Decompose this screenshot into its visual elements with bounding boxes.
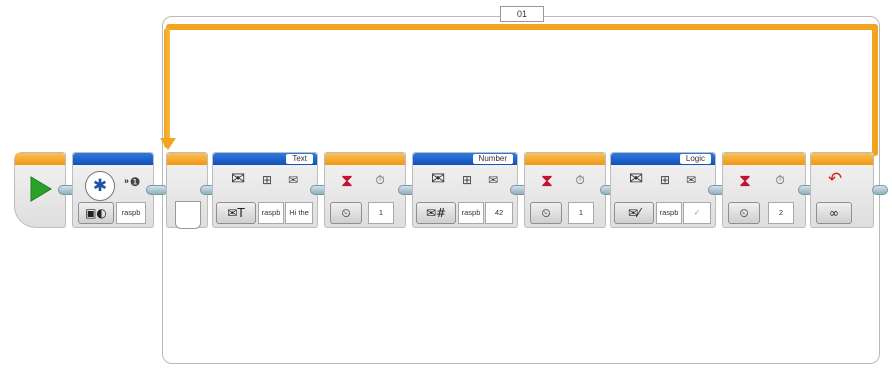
loop-end-bar: [811, 153, 873, 165]
bluetooth-icon: ✱: [85, 171, 115, 201]
message-envelope-icon: ✉: [628, 169, 644, 189]
timer-icon: ⏱: [375, 173, 385, 187]
loop-return-icon: ↶: [827, 169, 843, 189]
message-envelope-icon: ✉: [430, 169, 446, 189]
send-number-value-input[interactable]: 42: [485, 202, 513, 224]
send-number-type-label: Number: [472, 154, 513, 164]
wait-3-seconds-input[interactable]: 2: [768, 202, 794, 224]
loop-exit-connector[interactable]: [872, 185, 888, 195]
timer-icon: ⏱: [575, 173, 585, 187]
send-logic-bar: Logic: [611, 153, 715, 165]
wait-3-mode-selector[interactable]: ⏲: [728, 202, 760, 224]
mailbox-receiver-icon: ⊞: [659, 173, 671, 187]
message-icon: ✉: [487, 173, 499, 187]
timer-icon: ⏱: [775, 173, 785, 187]
loop-start-tab: [175, 201, 201, 229]
bluetooth-mode-selector[interactable]: ▣◐: [78, 202, 114, 224]
send-logic-value-input[interactable]: ✓: [683, 202, 711, 224]
message-icon: ✉: [685, 173, 697, 187]
wait-1-seconds-input[interactable]: 1: [368, 202, 394, 224]
wait-block-3-bar: [723, 153, 805, 165]
loop-return-arrow-icon: [160, 138, 176, 150]
loop-start-bar: [167, 153, 207, 165]
wait-1-mode-selector[interactable]: ⏲: [330, 202, 362, 224]
hourglass-icon: ⧗: [739, 171, 751, 191]
mailbox-receiver-icon: ⊞: [261, 173, 273, 187]
loop-wire-top: [166, 24, 878, 30]
send-logic-mode-selector[interactable]: ✉⁄: [614, 202, 654, 224]
message-envelope-icon: ✉: [230, 169, 246, 189]
send-number-mailbox-input[interactable]: raspb: [458, 202, 484, 224]
send-logic-mailbox-input[interactable]: raspb: [656, 202, 682, 224]
loop-name-label[interactable]: 01: [500, 6, 544, 22]
wait-block-1-bar: [325, 153, 405, 165]
loop-wire-left: [164, 28, 170, 148]
send-text-type-label: Text: [286, 154, 313, 164]
infinity-icon: ∞: [829, 206, 839, 220]
wait-2-mode-selector[interactable]: ⏲: [530, 202, 562, 224]
sequence-connector[interactable]: [146, 185, 168, 195]
signal-info-icon: ⁍❶: [123, 175, 141, 189]
loop-wire-right: [872, 24, 878, 156]
loop-mode-selector[interactable]: ∞: [816, 202, 852, 224]
hourglass-icon: ⧗: [341, 171, 353, 191]
hourglass-icon: ⧗: [541, 171, 553, 191]
wait-block-2-bar: [525, 153, 605, 165]
send-text-mode-selector[interactable]: ✉T: [216, 202, 256, 224]
mailbox-receiver-icon: ⊞: [461, 173, 473, 187]
send-number-mode-selector[interactable]: ✉#: [416, 202, 456, 224]
bluetooth-block-bar: [73, 153, 153, 165]
bluetooth-port-input[interactable]: raspb: [116, 202, 146, 224]
play-icon[interactable]: [29, 175, 53, 203]
send-text-bar: Text: [213, 153, 317, 165]
send-number-bar: Number: [413, 153, 517, 165]
wait-2-seconds-input[interactable]: 1: [568, 202, 594, 224]
send-text-mailbox-input[interactable]: raspb: [258, 202, 284, 224]
send-logic-type-label: Logic: [679, 154, 711, 164]
message-icon: ✉: [287, 173, 299, 187]
send-text-message-input[interactable]: Hi the: [285, 202, 313, 224]
start-block-bar: [15, 153, 65, 165]
